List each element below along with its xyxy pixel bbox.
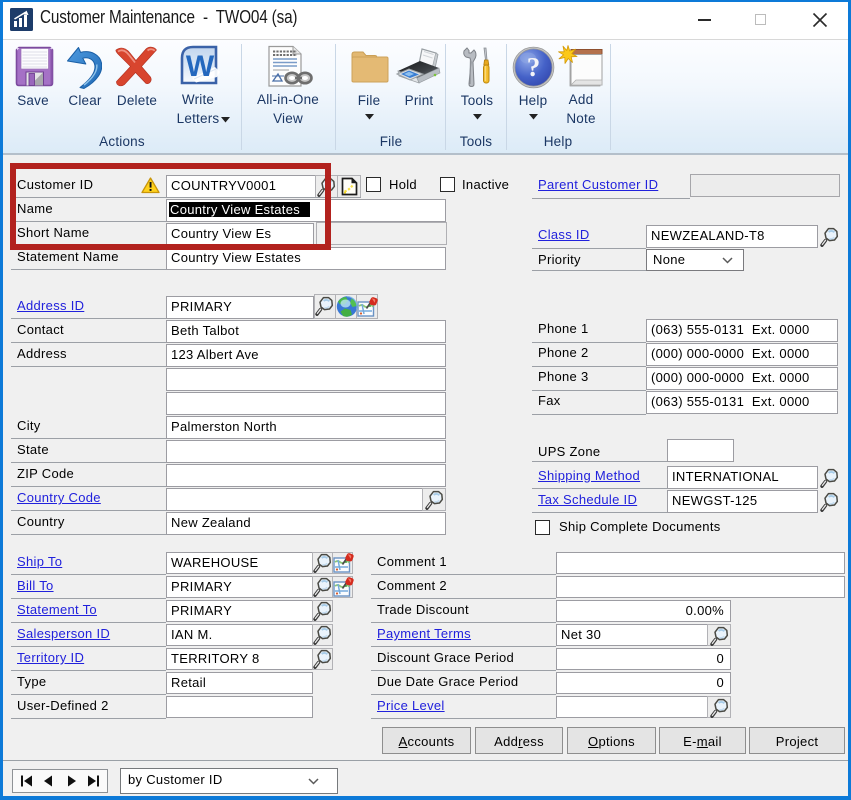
svg-text:?: ? bbox=[527, 52, 541, 82]
svg-text:W: W bbox=[186, 50, 215, 83]
